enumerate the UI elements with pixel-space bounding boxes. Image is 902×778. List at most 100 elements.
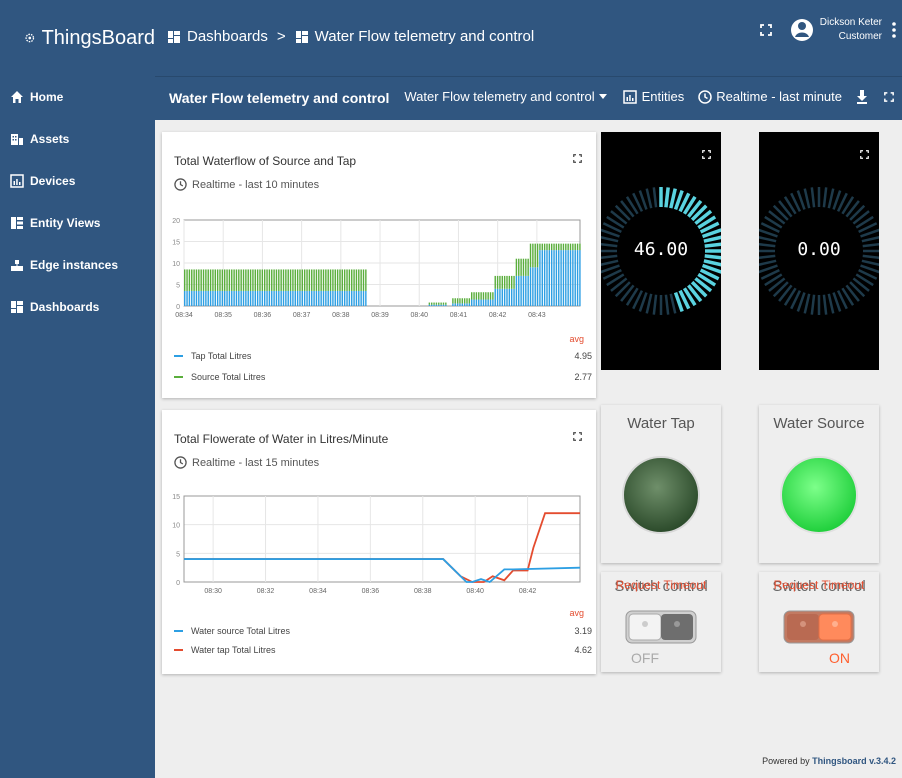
bar-source xyxy=(252,269,254,291)
bar-tap xyxy=(572,250,574,306)
bar-tap xyxy=(365,290,367,306)
bar-source xyxy=(574,243,576,251)
legend-label: Tap Total Litres xyxy=(191,351,252,361)
tap-toggle-switch[interactable] xyxy=(625,610,697,644)
bar-source xyxy=(518,258,520,276)
x-tick-label: 08:37 xyxy=(293,312,311,319)
bar-source xyxy=(287,269,289,291)
bar-source xyxy=(485,292,487,300)
bar-tap xyxy=(565,250,567,306)
bar-source xyxy=(510,275,513,289)
timewindow-button[interactable]: Realtime - last minute xyxy=(698,89,842,104)
bar-tap xyxy=(466,303,468,306)
bar-tap xyxy=(231,290,233,306)
sidebar-item-edge-instances[interactable]: Edge instances xyxy=(0,244,155,286)
app-logo[interactable]: ThingsBoard xyxy=(0,0,155,76)
account-icon[interactable] xyxy=(790,16,814,44)
x-tick-label: 08:34 xyxy=(309,588,327,595)
bar-source xyxy=(543,243,546,251)
legend-item: Water source Total Litres 3.19 xyxy=(174,626,592,636)
bar-tap xyxy=(501,288,503,306)
bar-source xyxy=(322,269,325,291)
sidebar-item-assets[interactable]: Assets xyxy=(0,118,155,160)
bar-source xyxy=(508,275,511,289)
bar-source xyxy=(275,269,278,291)
bar-source xyxy=(341,269,344,291)
legend-label: Water tap Total Litres xyxy=(191,645,276,655)
bar-source xyxy=(473,292,475,300)
bar-tap xyxy=(456,303,459,306)
bar-source xyxy=(445,302,447,305)
thingsboard-version-link[interactable]: Thingsboard v.3.4.2 xyxy=(812,756,896,766)
state-select[interactable]: Water Flow telemetry and control xyxy=(404,89,607,104)
bar-tap xyxy=(334,290,336,306)
powered-prefix: Powered by xyxy=(762,756,810,766)
fullscreen-icon[interactable] xyxy=(759,24,772,36)
bar-tap xyxy=(454,303,456,306)
bar-source xyxy=(247,269,249,291)
bar-source xyxy=(351,269,353,291)
x-tick-label: 08:32 xyxy=(257,588,275,595)
bar-source xyxy=(348,269,351,291)
switch-error: Request Timeout xyxy=(615,578,707,592)
fullscreen-icon[interactable] xyxy=(573,432,582,441)
bar-tap xyxy=(341,290,344,306)
user-name: Dickson Keter xyxy=(819,17,882,28)
bar-source xyxy=(546,243,548,251)
bar-source xyxy=(339,269,341,291)
legend-swatch xyxy=(174,355,183,357)
bar-source xyxy=(438,302,440,305)
bar-tap xyxy=(299,290,301,306)
bar-tap xyxy=(574,250,576,306)
sidebar-item-devices[interactable]: Devices xyxy=(0,160,155,202)
sidebar-item-label: Edge instances xyxy=(30,258,119,272)
gauge-segment xyxy=(652,187,658,208)
gauge-segment xyxy=(822,294,828,315)
bar-source xyxy=(522,258,525,276)
bar-source xyxy=(343,269,346,291)
fullscreen-icon[interactable] xyxy=(573,154,582,163)
bar-tap xyxy=(579,250,581,306)
fullscreen-icon[interactable] xyxy=(884,91,894,102)
bar-source xyxy=(346,269,348,291)
bar-tap xyxy=(553,250,555,306)
bar-tap xyxy=(442,304,445,306)
bar-tap xyxy=(216,290,219,306)
bar-source xyxy=(558,243,560,251)
more-vert-icon[interactable] xyxy=(892,22,896,38)
bar-source xyxy=(320,269,322,291)
sidebar-item-entity-views[interactable]: Entity Views xyxy=(0,202,155,244)
source-toggle-switch[interactable] xyxy=(783,610,855,644)
sidebar-item-home[interactable]: Home xyxy=(0,76,155,118)
entities-button[interactable]: Entities xyxy=(622,89,684,104)
bar-source xyxy=(198,269,200,291)
bar-tap xyxy=(301,290,304,306)
bar-tap xyxy=(235,290,238,306)
breadcrumb-dashboards[interactable]: Dashboards xyxy=(187,28,268,45)
x-tick-label: 08:40 xyxy=(466,588,484,595)
bar-tap xyxy=(263,290,266,306)
widget-title: Total Waterflow of Source and Tap xyxy=(174,154,357,168)
bar-tap xyxy=(343,290,346,306)
bar-source xyxy=(280,269,282,291)
bar-tap xyxy=(303,290,306,306)
bar-source xyxy=(515,258,518,276)
bar-tap xyxy=(245,290,247,306)
bar-tap xyxy=(485,299,487,306)
gauge-segment xyxy=(827,188,835,209)
bar-source xyxy=(494,275,496,289)
bar-tap xyxy=(534,267,536,306)
fullscreen-icon[interactable] xyxy=(702,150,711,159)
sidebar-item-dashboards[interactable]: Dashboards xyxy=(0,286,155,328)
download-icon[interactable] xyxy=(856,89,868,104)
gauge-segment xyxy=(664,294,670,315)
fullscreen-icon[interactable] xyxy=(860,150,869,159)
bar-tap xyxy=(268,290,271,306)
user-info[interactable]: Dickson Keter Customer xyxy=(820,16,882,44)
bar-source xyxy=(228,269,231,291)
bar-source xyxy=(565,243,567,251)
bar-tap xyxy=(238,290,240,306)
water-source-led-widget: Water Source xyxy=(759,405,879,563)
bar-tap xyxy=(362,290,365,306)
x-tick-label: 08:39 xyxy=(371,312,389,319)
